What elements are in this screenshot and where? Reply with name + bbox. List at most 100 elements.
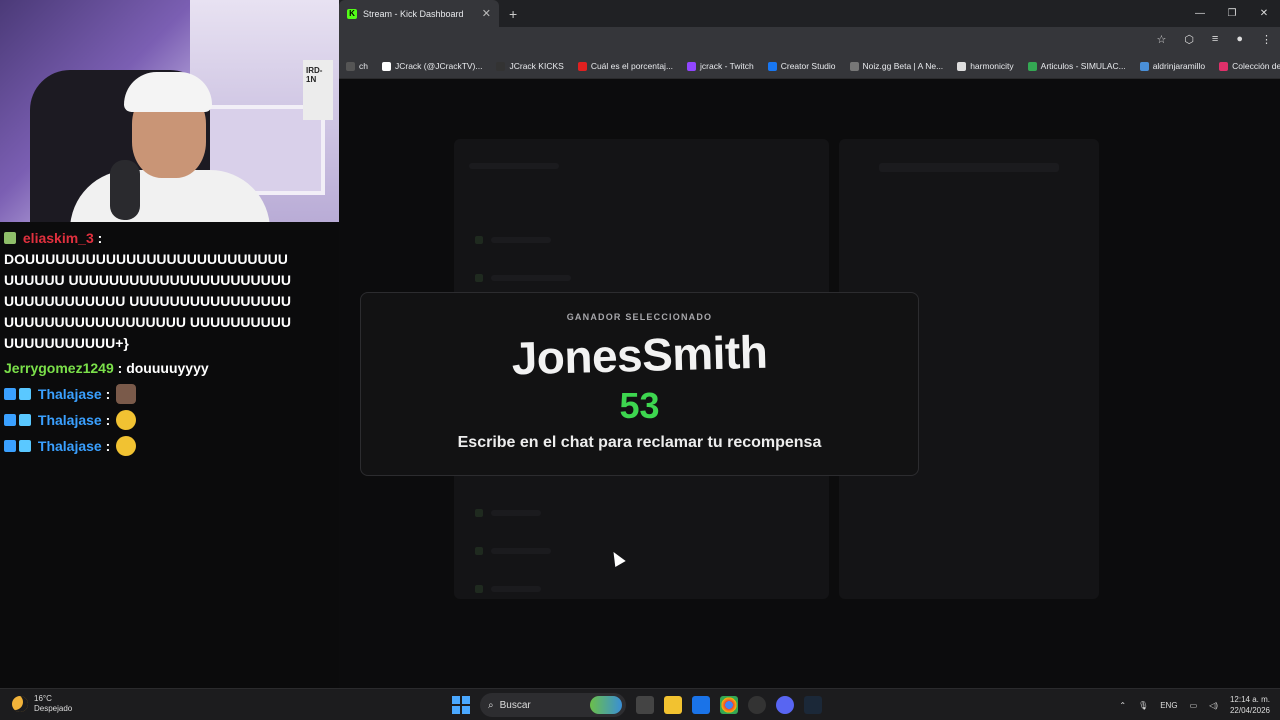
webcam-feed: IRD-1N xyxy=(0,0,339,222)
volume-icon[interactable]: ◁) xyxy=(1209,701,1218,710)
taskbar-search[interactable]: ⌕ Buscar xyxy=(480,693,626,717)
blurred-marker xyxy=(475,274,483,282)
tab-kick-dashboard[interactable]: K Stream - Kick Dashboard ✕ xyxy=(339,0,499,27)
profile-icon[interactable]: ● xyxy=(1236,33,1243,46)
chat-message: Jerrygomez1249 : douuuuyyyy xyxy=(0,358,300,379)
chat-message: Thalajase : xyxy=(0,384,300,405)
search-highlight-icon xyxy=(590,696,622,714)
minimize-icon[interactable]: — xyxy=(1184,0,1216,27)
browser-window: K Stream - Kick Dashboard ✕ + — ❐ ✕ ☆ ⬡ … xyxy=(339,0,1280,688)
bookmark-label: JCrack KICKS xyxy=(509,61,564,71)
window-controls: — ❐ ✕ xyxy=(1184,0,1280,27)
browser-toolbar: ☆ ⬡ ≡ ● ⋮ xyxy=(339,27,1280,54)
grid-badge-icon xyxy=(19,388,31,400)
blurred-marker xyxy=(475,236,483,244)
chat-username: eliaskim_3 xyxy=(22,230,94,246)
clock-date: 22/04/2026 xyxy=(1229,706,1270,715)
bookmark-favicon-icon xyxy=(577,61,587,71)
grid-badge-icon xyxy=(19,440,31,452)
bookmark-item[interactable]: harmonicity xyxy=(950,61,1020,71)
weather-condition: Despejado xyxy=(34,704,73,713)
bookmark-favicon-icon xyxy=(1139,61,1149,71)
bookmark-item[interactable]: JCrack (@JCrackTV)... xyxy=(375,61,490,71)
bookmark-item[interactable]: Noiz.gg Beta | A Ne... xyxy=(843,61,951,71)
tray-overflow-icon[interactable]: ⌃ xyxy=(1119,701,1126,710)
weather-widget[interactable]: 16°C Despejado xyxy=(12,694,72,714)
bookmark-label: JCrack (@JCrackTV)... xyxy=(394,61,483,71)
blurred-text xyxy=(491,275,571,281)
chrome-icon[interactable] xyxy=(720,696,738,714)
taskbar-apps: ⌕ Buscar xyxy=(452,693,822,717)
bookmark-item[interactable]: Creator Studio xyxy=(761,61,843,71)
bookmark-favicon-icon xyxy=(346,61,355,71)
bookmark-label: aldrinjaramillo xyxy=(1152,61,1206,71)
restore-icon[interactable]: ❐ xyxy=(1216,0,1248,27)
toolbar-icons: ☆ ⬡ ≡ ● ⋮ xyxy=(1156,33,1272,46)
file-explorer-icon[interactable] xyxy=(664,696,682,714)
bookmark-label: Noiz.gg Beta | A Ne... xyxy=(862,61,944,71)
chat-username: Thalajase xyxy=(37,386,102,402)
chat-message: Thalajase : xyxy=(0,410,300,431)
discord-icon[interactable] xyxy=(776,696,794,714)
screen: IRD-1N eliaskim_3 : DOUUUUUUUUUUUUUUUUUU… xyxy=(0,0,1280,720)
language-indicator[interactable]: ENG xyxy=(1160,701,1177,710)
cube-badge-icon xyxy=(4,414,16,426)
new-tab-button[interactable]: + xyxy=(499,6,527,22)
bookmark-label: ch xyxy=(359,61,368,71)
obs-icon[interactable] xyxy=(748,696,766,714)
search-icon: ⌕ xyxy=(488,699,494,711)
winner-number: 53 xyxy=(619,385,660,426)
bookmark-star-icon[interactable]: ☆ xyxy=(1156,33,1166,46)
network-icon[interactable]: ▭ xyxy=(1190,701,1198,710)
bookmark-item[interactable]: Colección de M_blei... xyxy=(1212,61,1280,71)
blurred-marker xyxy=(475,509,483,517)
bookmark-favicon-icon xyxy=(849,61,859,71)
webcam-sign: IRD-1N xyxy=(303,60,333,120)
chat-separator: : xyxy=(105,438,111,454)
moon-icon xyxy=(12,696,28,712)
bookmark-item[interactable]: Articulos - SIMULAC... xyxy=(1021,61,1133,71)
blurred-marker xyxy=(475,547,483,555)
media-queue-icon[interactable]: ≡ xyxy=(1212,33,1218,46)
bookmark-item[interactable]: jcrack - Twitch xyxy=(680,61,761,71)
bookmark-label: Creator Studio xyxy=(780,61,836,71)
bookmark-item[interactable]: ch xyxy=(339,61,375,71)
winner-name: JonesSmith xyxy=(510,325,768,385)
chat-separator: : xyxy=(117,360,123,376)
steam-icon[interactable] xyxy=(804,696,822,714)
face-emote-icon xyxy=(116,384,137,404)
outlook-icon[interactable] xyxy=(692,696,710,714)
extensions-icon[interactable]: ⬡ xyxy=(1184,33,1194,46)
menu-icon[interactable]: ⋮ xyxy=(1261,33,1272,46)
bookmark-item[interactable]: JCrack KICKS xyxy=(489,61,570,71)
bookmark-label: Colección de M_blei... xyxy=(1232,61,1280,71)
temperature: 16°C xyxy=(34,694,52,703)
task-view-icon[interactable] xyxy=(636,696,654,714)
search-placeholder: Buscar xyxy=(499,699,531,711)
bookmark-favicon-icon xyxy=(496,61,506,71)
cube-badge-icon xyxy=(4,440,16,452)
tab-title: Stream - Kick Dashboard xyxy=(363,8,464,19)
blurred-marker xyxy=(475,585,483,593)
clock[interactable]: 12:14 a. m. 22/04/2026 xyxy=(1230,694,1270,716)
windows-start-icon[interactable] xyxy=(452,696,470,714)
bookmark-item[interactable]: Cuál es el porcentaj... xyxy=(571,61,680,71)
blurred-text xyxy=(491,237,551,243)
chat-text: DOUUUUUUUUUUUUUUUUUUUUUUUUUUUUUUUU UUUUU… xyxy=(4,251,291,351)
microphone-icon[interactable]: 🎙 xyxy=(1138,701,1148,710)
chat-separator: : xyxy=(97,230,103,246)
bookmark-item[interactable]: aldrinjaramillo xyxy=(1133,61,1212,71)
winner-message: Escribe en el chat para reclamar tu reco… xyxy=(457,434,822,451)
bookmark-favicon-icon xyxy=(381,61,391,71)
close-window-icon[interactable]: ✕ xyxy=(1248,0,1280,27)
tab-close-icon[interactable]: ✕ xyxy=(482,7,491,20)
taskbar: 16°C Despejado ⌕ Buscar ⌃ 🎙 ENG ▭ ◁) 12:… xyxy=(0,688,1280,720)
blurred-text xyxy=(879,163,1059,172)
blurred-text xyxy=(491,510,541,516)
winner-modal: GANADOR SELECCIONADO JonesSmith 53 Escri… xyxy=(360,292,919,476)
kick-favicon-icon: K xyxy=(347,8,357,19)
tab-bar: K Stream - Kick Dashboard ✕ + — ❐ ✕ xyxy=(339,0,1280,27)
chat-separator: : xyxy=(105,386,111,402)
bookmark-label: Articulos - SIMULAC... xyxy=(1040,61,1126,71)
system-tray: ⌃ 🎙 ENG ▭ ◁) 12:14 a. m. 22/04/2026 xyxy=(1119,694,1270,716)
